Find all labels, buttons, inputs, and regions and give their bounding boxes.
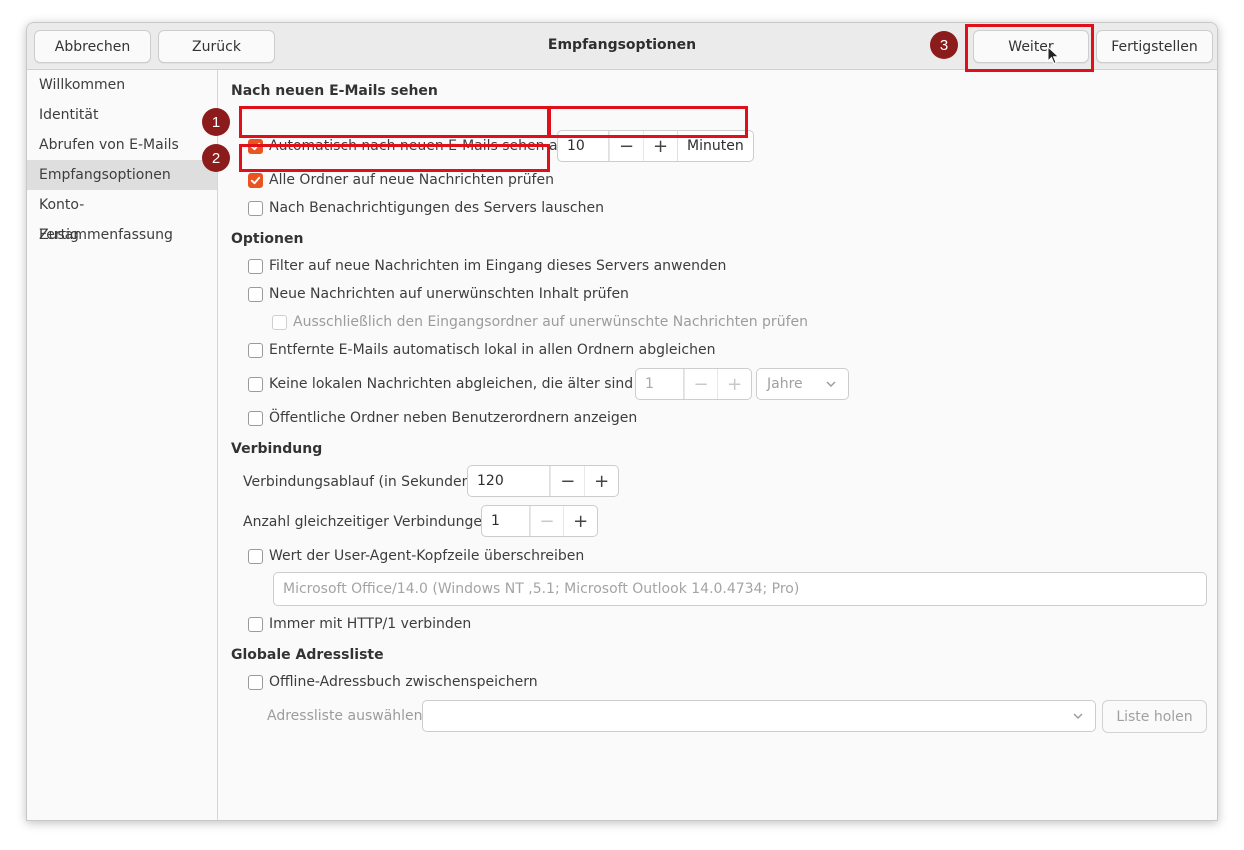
user-agent-input[interactable]: Microsoft Office/14.0 (Windows NT ,5.1; …	[273, 572, 1207, 606]
next-button[interactable]: Weiter	[973, 30, 1089, 63]
user-agent-checkbox[interactable]	[248, 548, 263, 564]
minus-icon: −	[539, 510, 555, 532]
sync-label: Entfernte E-Mails automatisch lokal in a…	[269, 342, 716, 358]
no-sync-value[interactable]: 1	[636, 369, 684, 399]
timeout-value[interactable]: 120	[468, 466, 551, 496]
user-agent-label: Wert der User-Agent-Kopfzeile überschrei…	[269, 548, 585, 564]
check-icon	[250, 142, 261, 150]
timeout-label: Verbindungsablauf (in Sekunden)	[243, 474, 476, 490]
timeout-spinbutton[interactable]: 120 − +	[467, 465, 619, 497]
back-button[interactable]: Zurück	[158, 30, 275, 63]
header-bar: Abbrechen Zurück Empfangsoptionen Weiter…	[27, 23, 1217, 70]
check-icon	[250, 176, 261, 184]
junk-inbox-label: Ausschließlich den Eingangsordner auf un…	[293, 314, 808, 330]
no-sync-unit-combo[interactable]: Jahre	[756, 368, 849, 400]
finish-button[interactable]: Fertigstellen	[1096, 30, 1213, 63]
junk-inbox-checkbox[interactable]	[272, 314, 287, 330]
http1-checkbox[interactable]	[248, 616, 263, 632]
no-sync-increment-button[interactable]: +	[717, 369, 751, 399]
timeout-row: Verbindungsablauf (in Sekunden)	[243, 470, 476, 494]
mouse-cursor-icon	[1047, 46, 1060, 65]
http1-row: Immer mit HTTP/1 verbinden	[248, 612, 471, 636]
section-heading-connection: Verbindung	[231, 441, 323, 457]
interval-value[interactable]: 10	[558, 131, 609, 161]
sidebar-item-welcome[interactable]: Willkommen	[27, 70, 217, 100]
notifications-row: Nach Benachrichtigungen des Servers laus…	[248, 196, 604, 220]
offline-label: Offline-Adressbuch zwischenspeichern	[269, 674, 538, 690]
annotation-badge-1: 1	[202, 108, 230, 136]
notifications-label: Nach Benachrichtigungen des Servers laus…	[269, 200, 604, 216]
plus-icon: +	[594, 470, 610, 492]
sync-checkbox[interactable]	[248, 342, 263, 358]
sync-row: Entfernte E-Mails automatisch lokal in a…	[248, 338, 715, 362]
concurrent-decrement-button[interactable]: −	[529, 506, 564, 536]
sidebar-item-account-summary[interactable]: Konto-Zusammenfassung	[27, 190, 217, 243]
auto-check-checkbox[interactable]	[248, 138, 263, 154]
filter-row: Filter auf neue Nachrichten im Eingang d…	[248, 254, 726, 278]
concurrent-label: Anzahl gleichzeitiger Verbindungen	[243, 514, 491, 530]
sidebar-item-identity[interactable]: Identität	[27, 100, 217, 130]
minus-icon: −	[560, 470, 576, 492]
interval-spinbutton[interactable]: 10 − + Minuten	[557, 130, 754, 162]
auto-check-row: Automatisch nach neuen E-Mails sehen all…	[248, 134, 574, 158]
offline-row: Offline-Adressbuch zwischenspeichern	[248, 670, 538, 694]
chevron-down-icon	[826, 381, 836, 387]
plus-icon: +	[727, 373, 743, 395]
cancel-button[interactable]: Abbrechen	[34, 30, 151, 63]
no-sync-label: Keine lokalen Nachrichten abgleichen, di…	[269, 376, 658, 392]
address-list-label: Adressliste auswählen:	[267, 708, 428, 724]
junk-checkbox[interactable]	[248, 286, 263, 302]
timeout-decrement-button[interactable]: −	[550, 466, 584, 496]
junk-row: Neue Nachrichten auf unerwünschten Inhal…	[248, 282, 629, 306]
no-sync-decrement-button[interactable]: −	[683, 369, 718, 399]
fetch-list-button[interactable]: Liste holen	[1102, 700, 1207, 733]
plus-icon: +	[573, 510, 589, 532]
auto-check-label: Automatisch nach neuen E-Mails sehen all…	[269, 138, 574, 154]
public-folders-label: Öffentliche Ordner neben Benutzerordnern…	[269, 410, 638, 426]
offline-checkbox[interactable]	[248, 674, 263, 690]
annotation-badge-3: 3	[930, 31, 958, 59]
address-list-combo[interactable]	[422, 700, 1096, 732]
sidebar-item-fetch-mail[interactable]: Abrufen von E-Mails	[27, 130, 217, 160]
interval-increment-button[interactable]: +	[643, 131, 677, 161]
all-folders-row: Alle Ordner auf neue Nachrichten prüfen	[248, 168, 554, 192]
filter-checkbox[interactable]	[248, 258, 263, 274]
chevron-down-icon	[1073, 713, 1083, 719]
concurrent-value[interactable]: 1	[482, 506, 530, 536]
section-heading-check-mail: Nach neuen E-Mails sehen	[231, 83, 438, 99]
no-sync-unit-value: Jahre	[767, 376, 803, 392]
dialog-window: Abbrechen Zurück Empfangsoptionen Weiter…	[26, 22, 1218, 821]
no-sync-checkbox[interactable]	[248, 376, 263, 392]
filter-label: Filter auf neue Nachrichten im Eingang d…	[269, 258, 727, 274]
section-heading-gal: Globale Adressliste	[231, 647, 384, 663]
notifications-checkbox[interactable]	[248, 200, 263, 216]
junk-inbox-row: Ausschließlich den Eingangsordner auf un…	[272, 310, 808, 334]
plus-icon: +	[652, 135, 669, 157]
concurrent-increment-button[interactable]: +	[563, 506, 597, 536]
junk-label: Neue Nachrichten auf unerwünschten Inhal…	[269, 286, 629, 302]
no-sync-spinbutton[interactable]: 1 − +	[635, 368, 752, 400]
interval-decrement-button[interactable]: −	[609, 131, 643, 161]
address-list-row: Adressliste auswählen:	[267, 704, 427, 728]
sidebar-item-receive-options[interactable]: Empfangsoptionen	[27, 160, 217, 190]
section-heading-options: Optionen	[231, 231, 304, 247]
all-folders-checkbox[interactable]	[248, 172, 263, 188]
public-folders-checkbox[interactable]	[248, 410, 263, 426]
interval-unit: Minuten	[677, 131, 753, 161]
concurrent-spinbutton[interactable]: 1 − +	[481, 505, 598, 537]
annotation-badge-2: 2	[202, 144, 230, 172]
content-area: Nach neuen E-Mails sehen Automatisch nac…	[219, 70, 1217, 820]
all-folders-label: Alle Ordner auf neue Nachrichten prüfen	[269, 172, 554, 188]
minus-icon: −	[618, 135, 635, 157]
no-sync-row: Keine lokalen Nachrichten abgleichen, di…	[248, 372, 657, 396]
public-folders-row: Öffentliche Ordner neben Benutzerordnern…	[248, 406, 637, 430]
user-agent-row: Wert der User-Agent-Kopfzeile überschrei…	[248, 544, 584, 568]
http1-label: Immer mit HTTP/1 verbinden	[269, 616, 472, 632]
timeout-increment-button[interactable]: +	[584, 466, 618, 496]
concurrent-row: Anzahl gleichzeitiger Verbindungen	[243, 510, 491, 534]
minus-icon: −	[693, 373, 709, 395]
sidebar: Willkommen Identität Abrufen von E-Mails…	[27, 70, 218, 820]
